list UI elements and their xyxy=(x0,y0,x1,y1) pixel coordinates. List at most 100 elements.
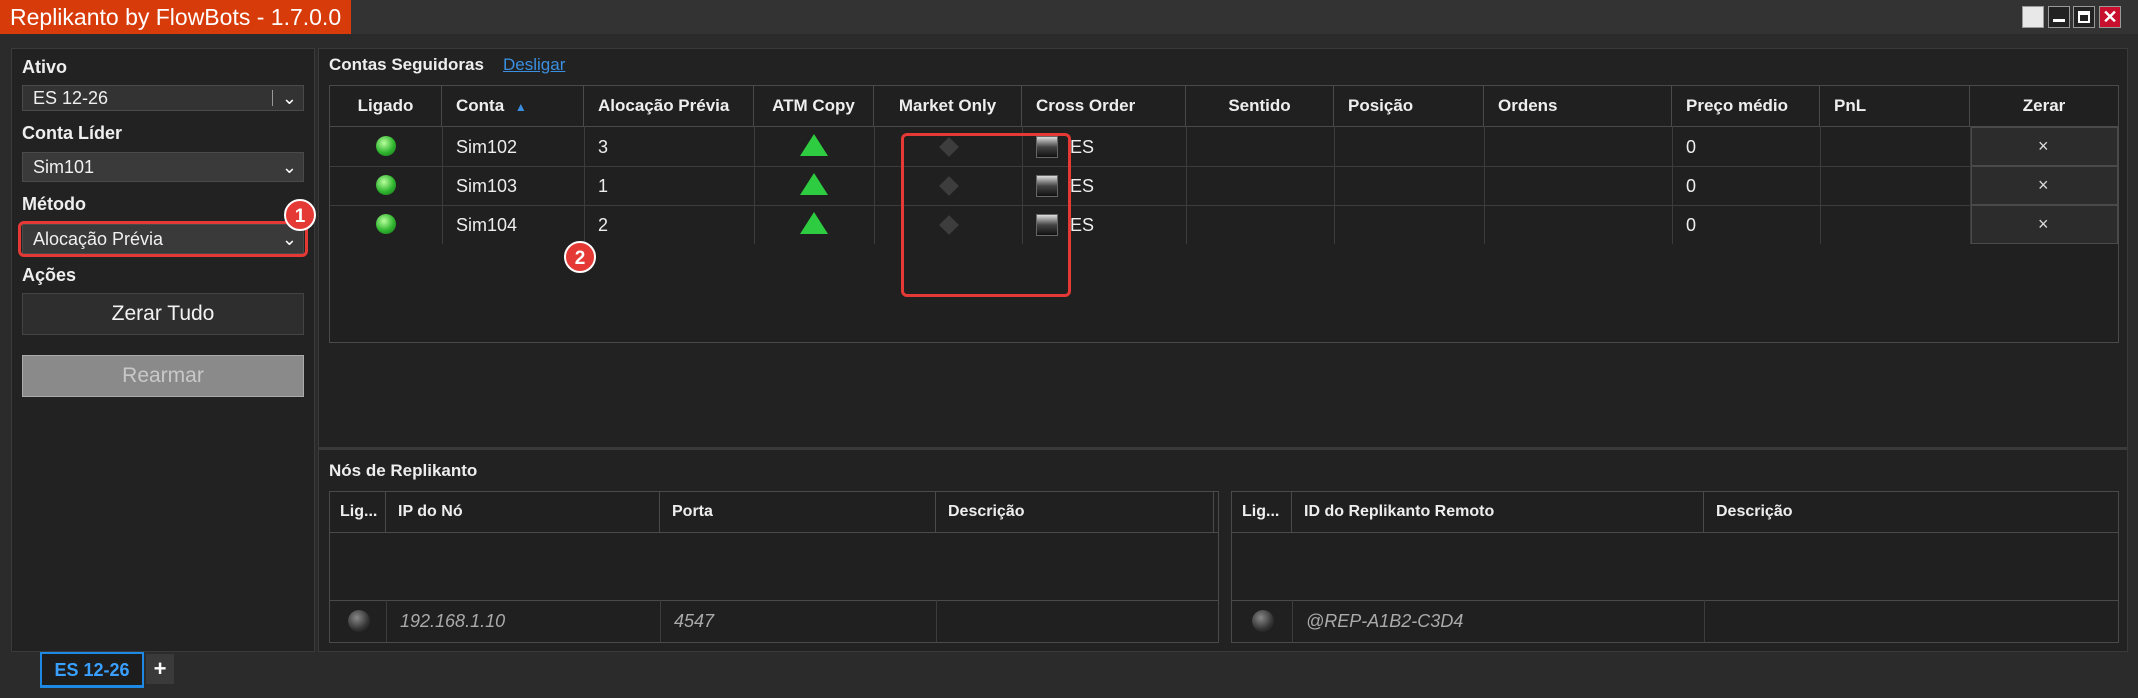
alocacao-cell[interactable]: 1 xyxy=(598,176,608,197)
col-cross-order[interactable]: Cross Order xyxy=(1022,86,1186,126)
atm-copy-on-icon[interactable] xyxy=(800,134,828,156)
chevron-down-icon: ⌄ xyxy=(281,157,297,177)
ligado-off-icon[interactable] xyxy=(348,610,370,632)
panel-splitter[interactable] xyxy=(319,447,2127,450)
metodo-label: Método xyxy=(22,194,86,214)
right-panel: Contas Seguidoras Desligar Ligado Conta … xyxy=(318,48,2128,652)
col-divider xyxy=(1672,126,1673,244)
conta-lider-label: Conta Líder xyxy=(22,123,123,143)
zerar-button[interactable]: × xyxy=(1971,205,2118,244)
row-divider xyxy=(330,166,2118,167)
callout-badge-2: 2 xyxy=(564,241,596,273)
ip-cell: 192.168.1.10 xyxy=(400,611,506,631)
contas-grid: Ligado Conta ▲ Alocação Prévia ATM Copy … xyxy=(329,85,2119,343)
atm-copy-on-icon[interactable] xyxy=(800,212,828,234)
select-divider xyxy=(272,90,273,106)
col-divider xyxy=(1704,600,1705,642)
close-button[interactable]: ✕ xyxy=(2099,6,2121,28)
col-divider xyxy=(584,126,585,244)
ligado-on-icon[interactable] xyxy=(376,214,396,234)
col-divider xyxy=(936,600,937,642)
row-divider xyxy=(330,600,1218,601)
nos-replikanto-title: Nós de Replikanto xyxy=(329,461,478,480)
col-ordens[interactable]: Ordens xyxy=(1484,86,1672,126)
row-divider xyxy=(330,205,2118,206)
col-divider xyxy=(386,600,387,642)
zerar-button[interactable]: × xyxy=(1971,166,2118,205)
close-icon: × xyxy=(2038,175,2049,195)
window-title: Replikanto by FlowBots - 1.7.0.0 xyxy=(0,0,352,34)
chevron-down-icon[interactable]: ⌄ xyxy=(282,86,297,110)
ativo-select[interactable]: ES 12-26 ⌄ xyxy=(22,85,304,111)
conta-cell: Sim104 xyxy=(456,215,518,235)
col-porta[interactable]: Porta xyxy=(660,492,936,532)
preco-medio-cell: 0 xyxy=(1686,137,1697,157)
cross-order-cell: ES xyxy=(1070,137,1095,157)
remote-id-cell: @REP-A1B2-C3D4 xyxy=(1306,611,1464,631)
ativo-label: Ativo xyxy=(22,57,67,77)
zerar-button[interactable]: × xyxy=(1971,127,2118,166)
col-conta[interactable]: Conta ▲ xyxy=(442,86,584,126)
rearmar-button: Rearmar xyxy=(22,355,304,397)
col-sentido[interactable]: Sentido xyxy=(1186,86,1334,126)
nos-remoto-grid: Lig... ID do Replikanto Remoto Descrição… xyxy=(1231,491,2119,643)
col-ligado[interactable]: Ligado xyxy=(330,86,442,126)
col-posicao[interactable]: Posição xyxy=(1334,86,1484,126)
col-conta-label: Conta xyxy=(456,96,505,115)
col-divider xyxy=(442,126,443,244)
preco-medio-cell: 0 xyxy=(1686,176,1697,196)
close-icon: × xyxy=(2038,214,2049,234)
window-restore-blank-button[interactable] xyxy=(2022,6,2044,28)
alocacao-cell[interactable]: 3 xyxy=(598,137,608,158)
conta-cell: Sim103 xyxy=(456,176,518,196)
col-divider xyxy=(1484,126,1485,244)
col-divider xyxy=(1820,126,1821,244)
close-icon: × xyxy=(2038,136,2049,156)
atm-copy-on-icon[interactable] xyxy=(800,173,828,195)
col-divider xyxy=(1186,126,1187,244)
cross-order-cell: ES xyxy=(1070,215,1095,235)
left-panel: Ativo ES 12-26 ⌄ Conta Líder Sim101 ⌄ Mé… xyxy=(11,48,316,652)
desligar-link[interactable]: Desligar xyxy=(503,55,565,75)
col-divider xyxy=(874,126,875,244)
highlight-box-1 xyxy=(18,221,308,257)
preco-medio-cell: 0 xyxy=(1686,215,1697,235)
tab-es-12-26[interactable]: ES 12-26 xyxy=(40,652,144,688)
conta-lider-select[interactable]: Sim101 ⌄ xyxy=(22,152,304,182)
zerar-tudo-button[interactable]: Zerar Tudo xyxy=(22,293,304,335)
col-descricao[interactable]: Descrição xyxy=(936,492,1214,532)
col-ip-no[interactable]: IP do Nó xyxy=(386,492,660,532)
maximize-button[interactable] xyxy=(2073,6,2095,28)
alocacao-cell[interactable]: 2 xyxy=(598,215,608,236)
sort-ascending-icon: ▲ xyxy=(514,100,527,114)
ligado-on-icon[interactable] xyxy=(376,175,396,195)
col-divider xyxy=(754,126,755,244)
conta-cell: Sim102 xyxy=(456,137,518,157)
cross-order-cell: ES xyxy=(1070,176,1095,196)
ligado-off-icon[interactable] xyxy=(1252,610,1274,632)
col-pnl[interactable]: PnL xyxy=(1820,86,1970,126)
col-preco-medio[interactable]: Preço médio xyxy=(1672,86,1820,126)
col-market-only[interactable]: Market Only xyxy=(874,86,1022,126)
ativo-value: ES 12-26 xyxy=(33,88,109,108)
add-tab-button[interactable]: + xyxy=(146,654,174,684)
porta-cell: 4547 xyxy=(674,611,715,631)
col-lig[interactable]: Lig... xyxy=(1232,492,1292,532)
contas-seguidoras-title: Contas Seguidoras xyxy=(329,55,484,74)
header-divider xyxy=(330,126,2118,127)
col-divider xyxy=(660,600,661,642)
acoes-label: Ações xyxy=(22,265,77,285)
header-divider xyxy=(330,532,1218,533)
nos-local-grid: Lig... IP do Nó Porta Descrição 192.168.… xyxy=(329,491,1219,643)
row-divider xyxy=(1232,600,2118,601)
col-id-replikanto-remoto[interactable]: ID do Replikanto Remoto xyxy=(1292,492,1704,532)
minimize-button[interactable] xyxy=(2048,6,2070,28)
col-lig[interactable]: Lig... xyxy=(330,492,386,532)
ligado-on-icon[interactable] xyxy=(376,136,396,156)
col-descricao[interactable]: Descrição xyxy=(1704,492,2118,532)
callout-badge-1: 1 xyxy=(284,199,316,231)
col-alocacao-previa[interactable]: Alocação Prévia xyxy=(584,86,754,126)
col-atm-copy[interactable]: ATM Copy xyxy=(754,86,874,126)
highlight-box-2 xyxy=(901,133,1071,297)
col-zerar[interactable]: Zerar xyxy=(1970,86,2118,126)
